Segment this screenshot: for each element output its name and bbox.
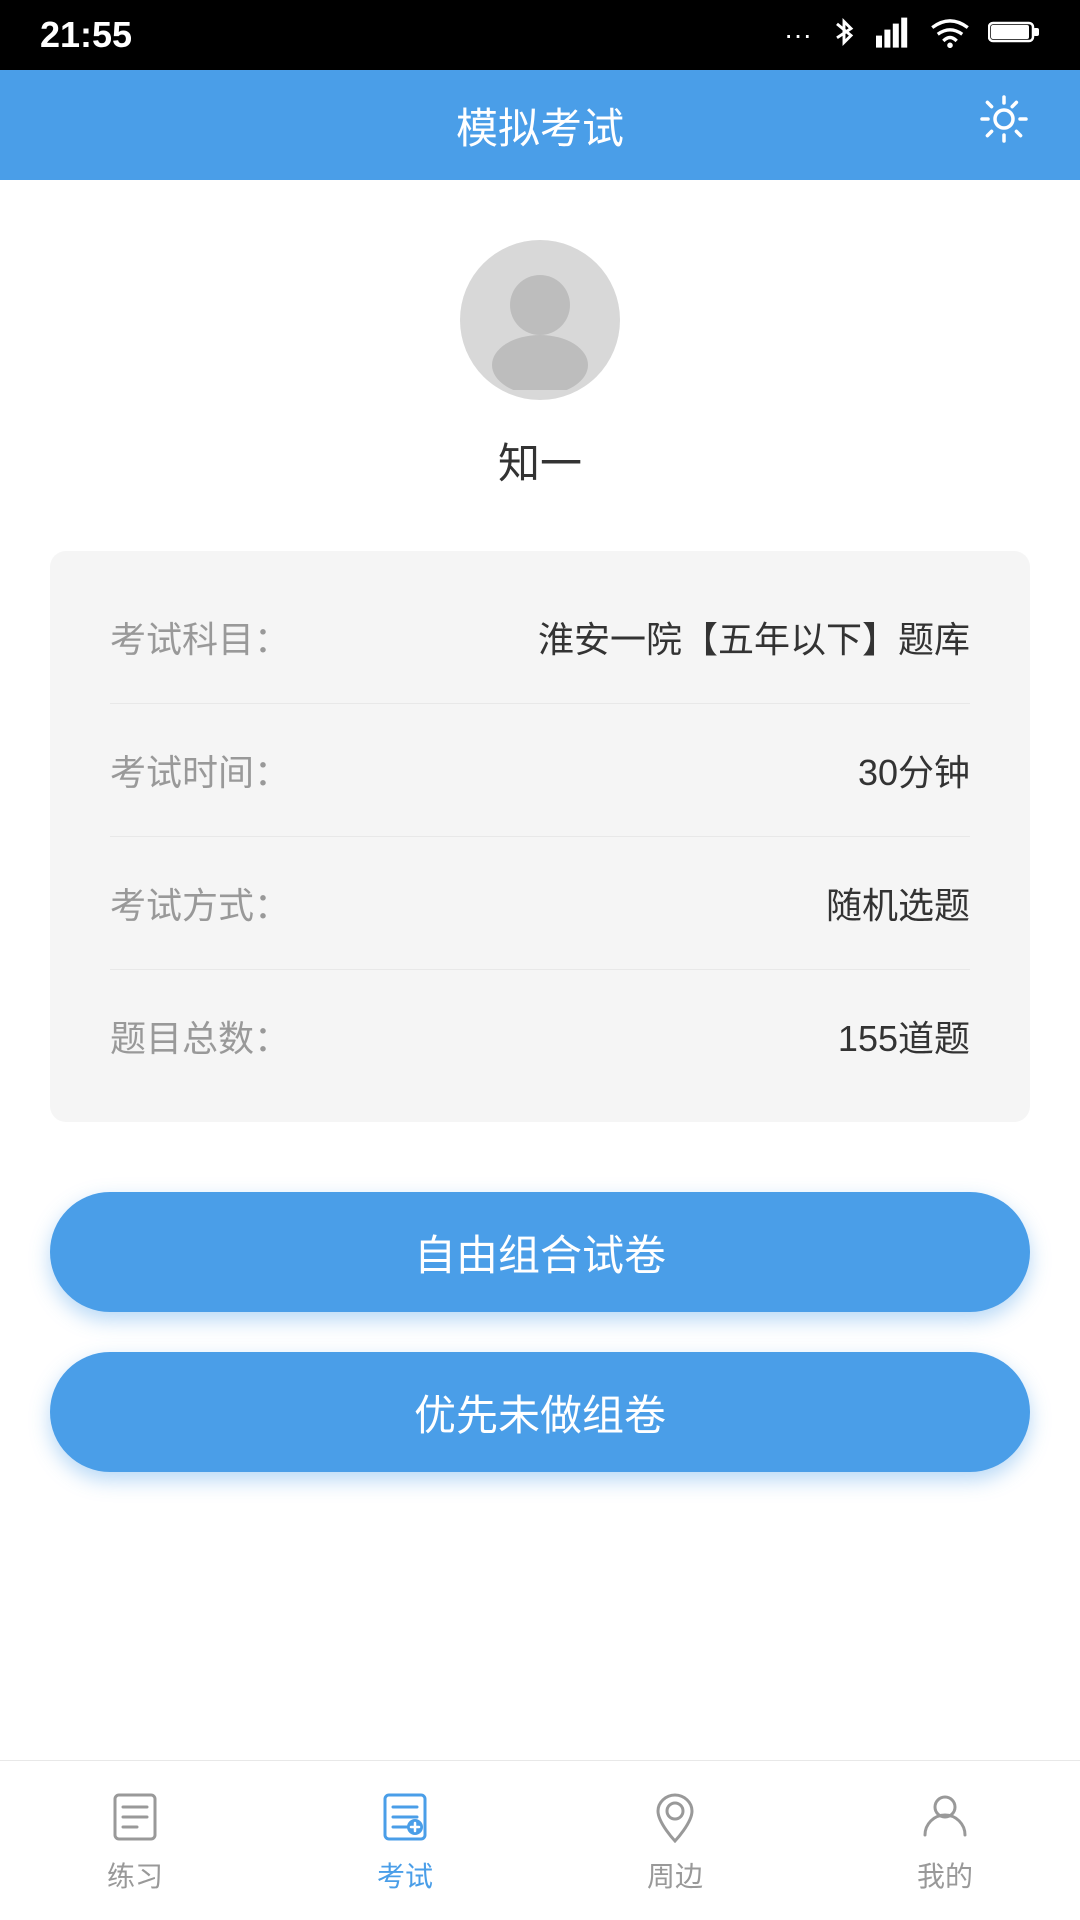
exam-duration-value: 30分钟	[858, 744, 970, 796]
mine-label: 我的	[917, 1855, 973, 1895]
nav-item-exam[interactable]: 考试	[377, 1787, 433, 1895]
status-time: 21:55	[40, 14, 132, 56]
exam-subject-value: 淮安一院【五年以下】题库	[538, 611, 970, 663]
avatar	[460, 240, 620, 400]
status-bar: 21:55 ···	[0, 0, 1080, 70]
nav-item-mine[interactable]: 我的	[917, 1787, 973, 1895]
bluetooth-icon	[830, 14, 858, 57]
status-icons: ···	[784, 14, 1040, 57]
exam-count-label: 题目总数：	[110, 1010, 290, 1062]
settings-button[interactable]	[978, 93, 1030, 157]
exam-info-card: 考试科目： 淮安一院【五年以下】题库 考试时间： 30分钟 考试方式： 随机选题…	[50, 551, 1030, 1122]
exam-subject-label: 考试科目：	[110, 611, 290, 663]
exam-duration-row: 考试时间： 30分钟	[110, 704, 970, 837]
nav-item-nearby[interactable]: 周边	[647, 1787, 703, 1895]
exam-count-value: 155道题	[838, 1010, 970, 1062]
exam-subject-row: 考试科目： 淮安一院【五年以下】题库	[110, 571, 970, 704]
exam-count-row: 题目总数： 155道题	[110, 970, 970, 1102]
practice-label: 练习	[107, 1855, 163, 1895]
exam-mode-label: 考试方式：	[110, 877, 290, 929]
priority-undone-button[interactable]: 优先未做组卷	[50, 1352, 1030, 1472]
wifi-icon	[930, 16, 970, 55]
free-compose-button[interactable]: 自由组合试卷	[50, 1192, 1030, 1312]
mine-icon	[917, 1787, 973, 1843]
nav-item-practice[interactable]: 练习	[107, 1787, 163, 1895]
avatar-svg	[470, 250, 610, 390]
username: 知一	[498, 430, 582, 491]
exam-mode-value: 随机选题	[826, 877, 970, 929]
signal-icon	[876, 16, 912, 55]
battery-icon	[988, 18, 1040, 53]
practice-icon	[107, 1787, 163, 1843]
exam-mode-row: 考试方式： 随机选题	[110, 837, 970, 970]
nearby-label: 周边	[647, 1855, 703, 1895]
main-content: 知一 考试科目： 淮安一院【五年以下】题库 考试时间： 30分钟 考试方式： 随…	[0, 180, 1080, 1512]
exam-label: 考试	[377, 1855, 433, 1895]
exam-icon	[377, 1787, 433, 1843]
exam-duration-label: 考试时间：	[110, 744, 290, 796]
nearby-icon	[647, 1787, 703, 1843]
bottom-nav: 练习 考试 周边 我的	[0, 1760, 1080, 1920]
page-title: 模拟考试	[456, 95, 624, 156]
more-icon: ···	[784, 19, 812, 51]
nav-bar: 模拟考试	[0, 70, 1080, 180]
